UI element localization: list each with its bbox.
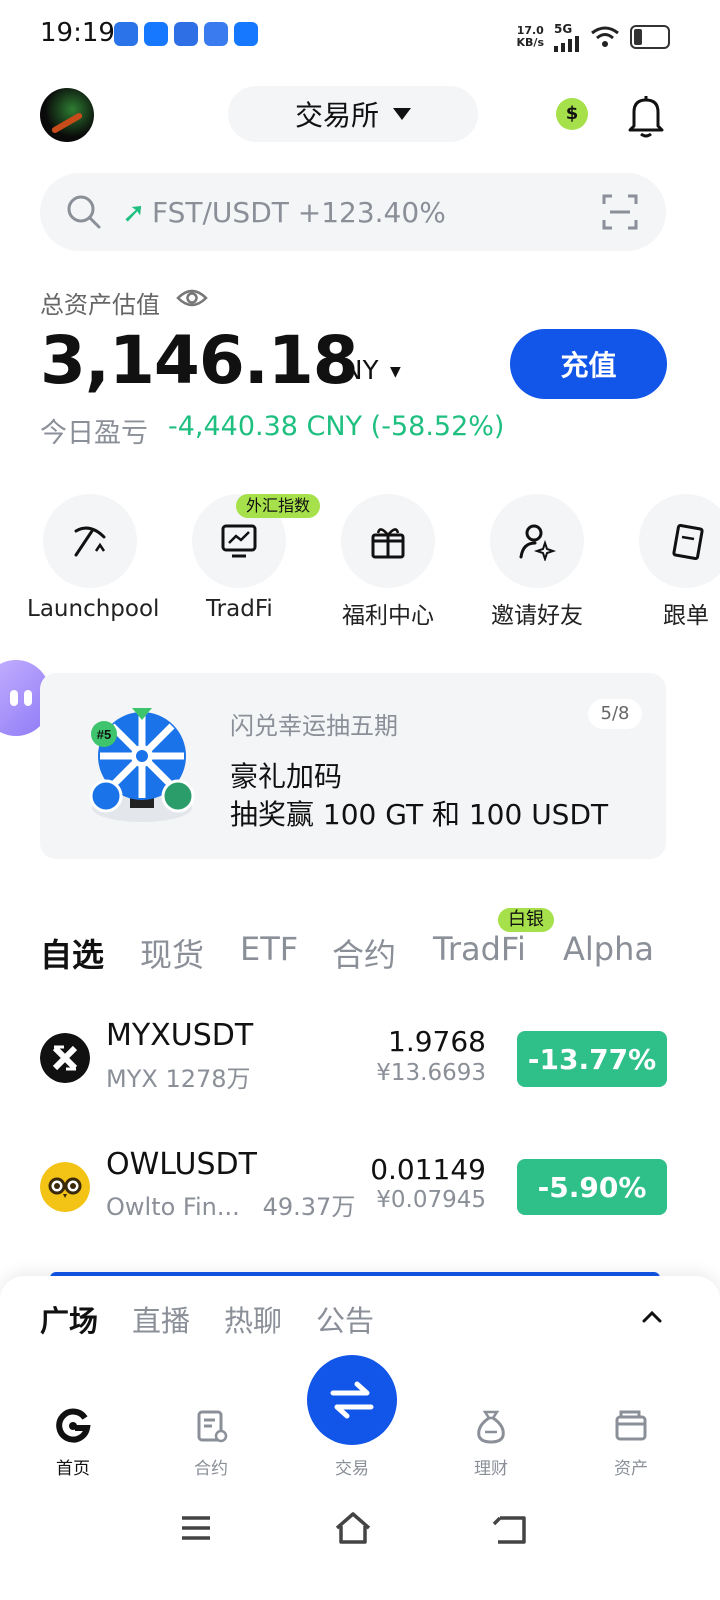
signal-group: 5G: [554, 22, 580, 52]
nav-assets-label: 资产: [614, 1459, 648, 1479]
nav-futures-label: 合约: [194, 1459, 228, 1479]
price-cny: ¥13.6693: [376, 1060, 486, 1086]
cards-icon: [672, 523, 704, 561]
nav-earn[interactable]: 理财: [451, 1408, 531, 1479]
shortcut-copy-trading[interactable]: [639, 494, 720, 588]
pair-symbol: MYXUSDT: [106, 1018, 254, 1053]
network-speed-unit: KB/s: [516, 36, 544, 49]
price-cny: ¥0.07945: [376, 1187, 486, 1213]
banner-badge: #5: [97, 727, 111, 742]
tab-hot-chat[interactable]: 热聊: [224, 1298, 282, 1340]
shortcut-launchpool-label: Launchpool: [27, 596, 160, 622]
shortcut-invite[interactable]: [490, 494, 584, 588]
banner-title: 豪礼加码: [230, 760, 343, 793]
currency-selector[interactable]: CNY: [325, 356, 379, 386]
pickaxe-icon: [74, 526, 106, 557]
nav-futures[interactable]: 合约: [171, 1408, 251, 1479]
tradfi-badge: 外汇指数: [236, 494, 321, 518]
tab-spot[interactable]: 现货: [140, 930, 204, 976]
exchange-mode-label: 交易所: [294, 99, 379, 132]
banner-tag: 闪兑幸运抽五期: [230, 712, 398, 740]
bell-icon[interactable]: [626, 94, 666, 138]
total-assets-amount: 3,146.18: [40, 322, 359, 399]
wallet-icon: [615, 1410, 647, 1441]
lucky-wheel-icon: #5: [89, 708, 195, 822]
money-bag-icon: [477, 1410, 505, 1444]
nav-trade-label: 交易: [335, 1459, 369, 1479]
chart-monitor-icon: [221, 524, 257, 558]
app-notification-icon: [114, 22, 138, 46]
alipay-notification-icon: [234, 22, 258, 46]
status-time: 19:19: [40, 18, 115, 48]
nav-home-label: 首页: [56, 1459, 90, 1479]
myx-coin-icon: [40, 1033, 90, 1083]
shortcut-rewards-label: 福利中心: [342, 603, 434, 629]
search-placeholder-ticker: FST/USDT +123.40%: [152, 196, 446, 229]
home-icon[interactable]: [333, 1510, 373, 1546]
silver-badge: 白银: [498, 908, 554, 932]
deposit-button[interactable]: 充值: [510, 329, 667, 399]
nav-assets[interactable]: 资产: [591, 1408, 671, 1479]
tab-announcements[interactable]: 公告: [316, 1298, 374, 1340]
network-type: 5G: [554, 22, 573, 36]
last-price: 1.9768: [388, 1025, 486, 1058]
user-avatar[interactable]: [40, 88, 94, 142]
wifi-icon: [591, 26, 619, 47]
change-badge[interactable]: -5.90%: [517, 1159, 667, 1215]
banner-subtitle: 抽奖赢 100 GT 和 100 USDT: [230, 798, 609, 831]
total-assets-label: 总资产估值: [40, 291, 160, 319]
status-indicators: 17.0 KB/s 5G: [517, 22, 670, 52]
user-star-icon: [519, 524, 557, 561]
tab-square[interactable]: 广场: [40, 1298, 98, 1340]
change-badge[interactable]: -13.77%: [517, 1031, 667, 1087]
menu-icon[interactable]: [176, 1510, 216, 1546]
tab-alpha[interactable]: Alpha: [563, 930, 655, 968]
trending-up-icon: ➚: [122, 196, 146, 229]
scan-icon[interactable]: [602, 194, 638, 230]
shortcut-launchpool[interactable]: [43, 494, 137, 588]
tab-etf[interactable]: ETF: [240, 930, 298, 968]
eye-icon[interactable]: [176, 286, 208, 310]
last-price: 0.01149: [370, 1153, 486, 1186]
app-notification-icon: [174, 22, 198, 46]
caret-down-icon: [393, 108, 411, 120]
tab-favorites[interactable]: 自选: [40, 930, 104, 976]
home-logo-icon: [56, 1408, 91, 1443]
shortcut-rewards[interactable]: [341, 494, 435, 588]
chevron-up-icon[interactable]: [640, 1305, 664, 1329]
pair-volume: MYX 1278万: [106, 1065, 251, 1093]
app-notification-icon: [204, 22, 228, 46]
banner-page-indicator: 5/8: [588, 699, 642, 729]
shortcut-tradfi-label: TradFi: [206, 596, 273, 622]
nav-earn-label: 理财: [474, 1459, 508, 1479]
alipay-notification-icon: [144, 22, 168, 46]
pair-volume: Owlto Fin... 49.37万: [106, 1193, 356, 1221]
today-pnl-label: 今日盈亏: [40, 418, 148, 449]
currency-caret-icon[interactable]: ▼: [390, 364, 401, 380]
network-speed: 17.0 KB/s: [517, 25, 544, 49]
back-icon[interactable]: [490, 1510, 530, 1546]
shortcut-copy-trading-label: 跟单: [663, 603, 709, 629]
nav-home[interactable]: 首页: [33, 1408, 113, 1479]
owl-coin-icon: [40, 1162, 90, 1212]
tab-futures[interactable]: 合约: [332, 930, 396, 976]
shortcut-invite-label: 邀请好友: [491, 603, 583, 629]
battery-icon: [630, 25, 670, 49]
dollar-icon[interactable]: $: [556, 98, 588, 130]
search-icon: [67, 195, 101, 229]
futures-doc-icon: [197, 1410, 228, 1443]
signal-icon: [554, 36, 579, 52]
tab-tradfi[interactable]: TradFi: [433, 930, 526, 968]
nav-trade-button[interactable]: [307, 1355, 397, 1445]
swap-arrows-icon: [330, 1381, 374, 1419]
today-pnl-value: -4,440.38 CNY (-58.52%): [168, 411, 505, 442]
pair-symbol: OWLUSDT: [106, 1147, 257, 1182]
gift-icon: [371, 528, 405, 559]
exchange-mode-dropdown[interactable]: 交易所: [228, 86, 478, 142]
tab-live[interactable]: 直播: [132, 1298, 190, 1340]
